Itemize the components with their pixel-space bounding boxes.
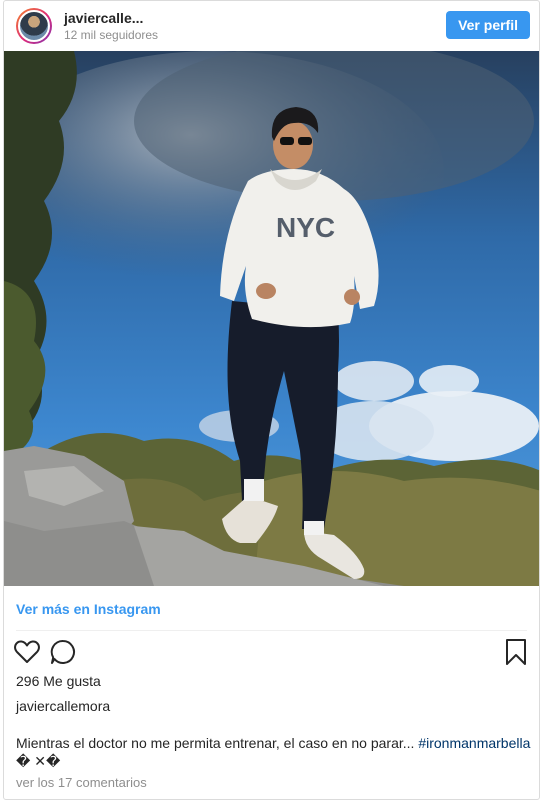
like-count[interactable]: 296 Me gusta [16, 673, 101, 689]
avatar[interactable] [16, 8, 52, 44]
caption-emoji: � ✕� [16, 753, 61, 769]
view-profile-button[interactable]: Ver perfil [446, 11, 530, 39]
instagram-embed-card: javiercalle... 12 mil seguidores Ver per… [3, 0, 540, 800]
post-photo[interactable]: NYC [4, 51, 539, 586]
sweatshirt-print: NYC [276, 212, 335, 243]
post-header: javiercalle... 12 mil seguidores Ver per… [4, 1, 539, 51]
photo-illustration: NYC [4, 51, 539, 586]
divider [16, 630, 527, 631]
comment-icon[interactable] [48, 637, 78, 667]
view-more-on-instagram-link[interactable]: Ver más en Instagram [16, 601, 161, 617]
caption-body: Mientras el doctor no me permita entrena… [16, 735, 419, 751]
heart-icon[interactable] [12, 637, 42, 667]
caption-text: Mientras el doctor no me permita entrena… [16, 734, 531, 770]
follower-count: 12 mil seguidores [64, 28, 159, 42]
caption-author[interactable]: javiercallemora [16, 698, 110, 714]
avatar-image [18, 10, 50, 42]
bookmark-icon[interactable] [501, 637, 531, 667]
post-actions [4, 637, 539, 667]
view-comments-link[interactable]: ver los 17 comentarios [16, 775, 147, 790]
username[interactable]: javiercalle... [64, 10, 143, 26]
hashtag-link[interactable]: #ironmanmarbella [418, 735, 530, 751]
